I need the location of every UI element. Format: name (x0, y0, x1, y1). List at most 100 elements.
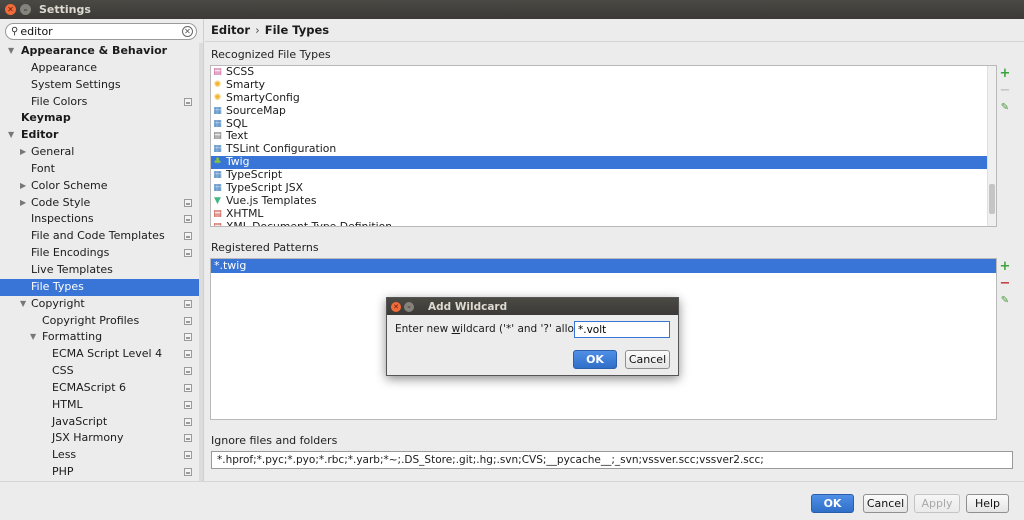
dialog-ok-button[interactable]: OK (573, 350, 617, 369)
sidebar-item-label: JavaScript (52, 414, 108, 428)
file-type-row[interactable]: ✺ Smarty (211, 78, 996, 92)
sidebar-item[interactable]: ▶ General (0, 144, 203, 161)
search-input[interactable] (18, 25, 169, 38)
file-type-row[interactable]: ▦ SourceMap (211, 104, 996, 118)
recognized-file-types-heading: Recognized File Types (211, 48, 331, 61)
cancel-button[interactable]: Cancel (863, 494, 908, 513)
file-type-row[interactable]: ▤ SCSS (211, 66, 996, 79)
file-type-row[interactable]: ✺ SmartyConfig (211, 90, 996, 105)
sidebar-item-label: Font (31, 161, 55, 175)
edit-file-type-icon[interactable]: ✎ (998, 100, 1012, 117)
clear-search-icon[interactable]: ✕ (182, 26, 193, 37)
sidebar-item[interactable]: JavaScript (0, 414, 203, 431)
sidebar-item[interactable]: Copyright Profiles (0, 313, 203, 330)
sidebar-item-label: ECMA Script Level 4 (52, 347, 163, 361)
tslint-icon: ▦ (213, 144, 222, 155)
add-file-type-icon[interactable]: + (998, 66, 1012, 83)
sidebar-item-label: System Settings (31, 77, 121, 91)
sidebar-item[interactable]: Font (0, 161, 203, 178)
expand-arrow-icon[interactable]: ▼ (20, 296, 26, 313)
file-type-label: TypeScript (226, 168, 283, 182)
breadcrumb-separator: › (255, 23, 260, 37)
sidebar-item[interactable]: ▼ Formatting (0, 329, 203, 346)
dialog-minimize-icon[interactable]: – (404, 301, 414, 312)
file-types-scrollbar[interactable] (987, 66, 996, 226)
project-scope-icon (184, 97, 192, 106)
file-type-row[interactable]: ▤ XML Document Type Definition (211, 220, 996, 227)
sidebar-item-label: ECMAScript 6 (52, 380, 127, 394)
pattern-row[interactable]: *.twig (211, 259, 996, 273)
remove-file-type-icon[interactable]: − (998, 83, 1012, 100)
file-type-label: SmartyConfig (226, 90, 300, 104)
expand-arrow-icon[interactable]: ▼ (8, 43, 14, 60)
search-box[interactable]: ⚲ ✕ (5, 23, 197, 40)
sidebar-item[interactable]: Inspections (0, 211, 203, 228)
minimize-window-icon[interactable]: – (20, 4, 31, 15)
dialog-close-icon[interactable]: ✕ (391, 301, 401, 312)
sidebar-item[interactable]: Live Templates (0, 262, 203, 279)
remove-pattern-icon[interactable]: − (998, 276, 1012, 293)
scss-icon: ▤ (213, 67, 222, 77)
sidebar-item[interactable]: CSS (0, 363, 203, 380)
file-type-row[interactable]: ▦ SQL (211, 117, 996, 131)
sidebar-item[interactable]: ECMAScript 6 (0, 380, 203, 397)
sidebar-item[interactable]: ▼ Editor (0, 127, 203, 144)
settings-tree: ▼ Appearance & Behavior Appearance System S… (0, 43, 203, 481)
file-type-row[interactable]: ▦ TypeScript JSX (211, 181, 996, 195)
sidebar-item[interactable]: File Types (0, 278, 203, 296)
smarty-icon: ✺ (213, 79, 222, 90)
sidebar-item[interactable]: HTML (0, 397, 203, 414)
close-window-icon[interactable]: ✕ (5, 4, 16, 15)
recognized-file-types-list[interactable]: ▤ SCSS ✺ Smarty ✺ SmartyConfig ▦ SourceMap ▦ SQL ▤… (210, 65, 997, 227)
project-scope-icon (184, 333, 192, 342)
sidebar-item-label: HTML (52, 397, 83, 411)
sidebar-item[interactable]: ▼ Copyright (0, 296, 203, 313)
sidebar-item[interactable]: ▶ Color Scheme (0, 178, 203, 195)
expand-arrow-icon[interactable]: ▼ (30, 329, 36, 346)
sidebar-item[interactable]: PHP (0, 464, 203, 481)
file-type-row[interactable]: ▦ TypeScript (211, 168, 996, 182)
expand-arrow-icon[interactable]: ▼ (8, 127, 14, 144)
sidebar-item-label: File Encodings (31, 246, 110, 260)
collapse-arrow-icon[interactable]: ▶ (20, 178, 26, 195)
collapse-arrow-icon[interactable]: ▶ (20, 144, 26, 161)
sidebar-item[interactable]: File Colors (0, 94, 203, 111)
sourcemap-icon: ▦ (213, 105, 222, 116)
project-scope-icon (184, 316, 192, 325)
apply-button[interactable]: Apply (914, 494, 960, 513)
add-pattern-icon[interactable]: + (998, 259, 1012, 276)
dialog-titlebar: ✕ – Add Wildcard (387, 298, 678, 315)
help-button[interactable]: Help (966, 494, 1009, 513)
sidebar-item[interactable]: ▶ Code Style (0, 195, 203, 212)
sidebar-scrollbar[interactable] (199, 43, 203, 481)
sidebar-item[interactable]: JSX Harmony (0, 430, 203, 447)
sidebar-item[interactable]: ▼ Appearance & Behavior (0, 43, 203, 60)
sidebar-item[interactable]: Keymap (0, 110, 203, 127)
file-type-row[interactable]: ▼ Vue.js Templates (211, 194, 996, 208)
project-scope-icon (184, 451, 192, 460)
dialog-cancel-button[interactable]: Cancel (625, 350, 670, 369)
ignore-files-field[interactable]: *.hprof;*.pyc;*.pyo;*.rbc;*.yarb;*~;.DS_… (211, 451, 1013, 469)
sidebar-item-label: Formatting (42, 330, 103, 344)
sidebar-item-label: Keymap (21, 111, 71, 125)
edit-pattern-icon[interactable]: ✎ (998, 293, 1012, 310)
dtd-icon: ▤ (213, 221, 222, 227)
sidebar-item[interactable]: File and Code Templates (0, 228, 203, 245)
sidebar-item[interactable]: Less (0, 447, 203, 464)
header-divider (205, 41, 1024, 42)
project-scope-icon (184, 249, 192, 258)
wildcard-input[interactable] (574, 321, 670, 338)
scrollbar-thumb[interactable] (989, 184, 995, 214)
ok-button[interactable]: OK (811, 494, 854, 513)
sidebar-item[interactable]: System Settings (0, 77, 203, 94)
sidebar-item-label: CSS (52, 364, 74, 378)
file-type-row[interactable]: ▦ TSLint Configuration (211, 142, 996, 156)
project-scope-icon (184, 299, 192, 308)
file-type-label: TypeScript JSX (226, 181, 303, 195)
sidebar-item[interactable]: ECMA Script Level 4 (0, 346, 203, 363)
file-type-row[interactable]: ♣ Twig (211, 155, 996, 170)
sidebar-item[interactable]: File Encodings (0, 245, 203, 262)
vue-icon: ▼ (214, 195, 221, 206)
sidebar-item[interactable]: Appearance (0, 60, 203, 77)
collapse-arrow-icon[interactable]: ▶ (20, 195, 26, 212)
